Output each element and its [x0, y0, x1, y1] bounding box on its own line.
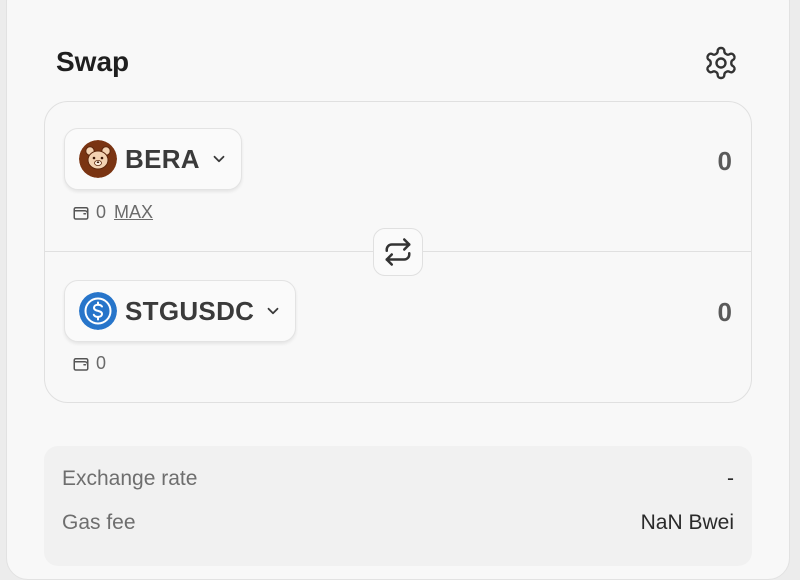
- gear-icon: [706, 46, 736, 80]
- from-amount-input[interactable]: 0: [718, 146, 732, 177]
- exchange-rate-value: -: [727, 467, 734, 490]
- usdc-icon: [79, 292, 117, 330]
- from-token-symbol: BERA: [125, 143, 200, 174]
- wallet-icon: [72, 355, 90, 373]
- exchange-rate-label: Exchange rate: [62, 467, 198, 490]
- max-button[interactable]: MAX: [114, 202, 153, 223]
- settings-button[interactable]: [702, 44, 740, 82]
- swap-arrows-icon: [385, 238, 411, 266]
- chevron-down-icon: [210, 150, 228, 168]
- from-token-selector[interactable]: BERA: [64, 128, 242, 190]
- gas-fee-value: NaN Bwei: [640, 511, 734, 534]
- gas-fee-label: Gas fee: [62, 511, 136, 534]
- to-amount-input[interactable]: 0: [718, 297, 732, 328]
- swap-details-panel: [44, 446, 752, 566]
- bera-bear-icon: [79, 140, 117, 178]
- wallet-icon: [72, 204, 90, 222]
- from-balance: 0 MAX: [72, 202, 153, 223]
- to-balance: 0: [72, 353, 106, 374]
- to-token-symbol: STGUSDC: [125, 295, 255, 326]
- from-balance-value: 0: [96, 202, 107, 222]
- switch-tokens-button[interactable]: [373, 228, 423, 276]
- page-title: Swap: [56, 46, 130, 77]
- chevron-down-icon: [264, 302, 282, 320]
- to-balance-value: 0: [96, 353, 107, 373]
- to-token-selector[interactable]: STGUSDC: [64, 280, 296, 342]
- exchange-rate-row: Exchange rate -: [62, 467, 734, 491]
- gas-fee-row: Gas fee NaN Bwei: [62, 511, 734, 535]
